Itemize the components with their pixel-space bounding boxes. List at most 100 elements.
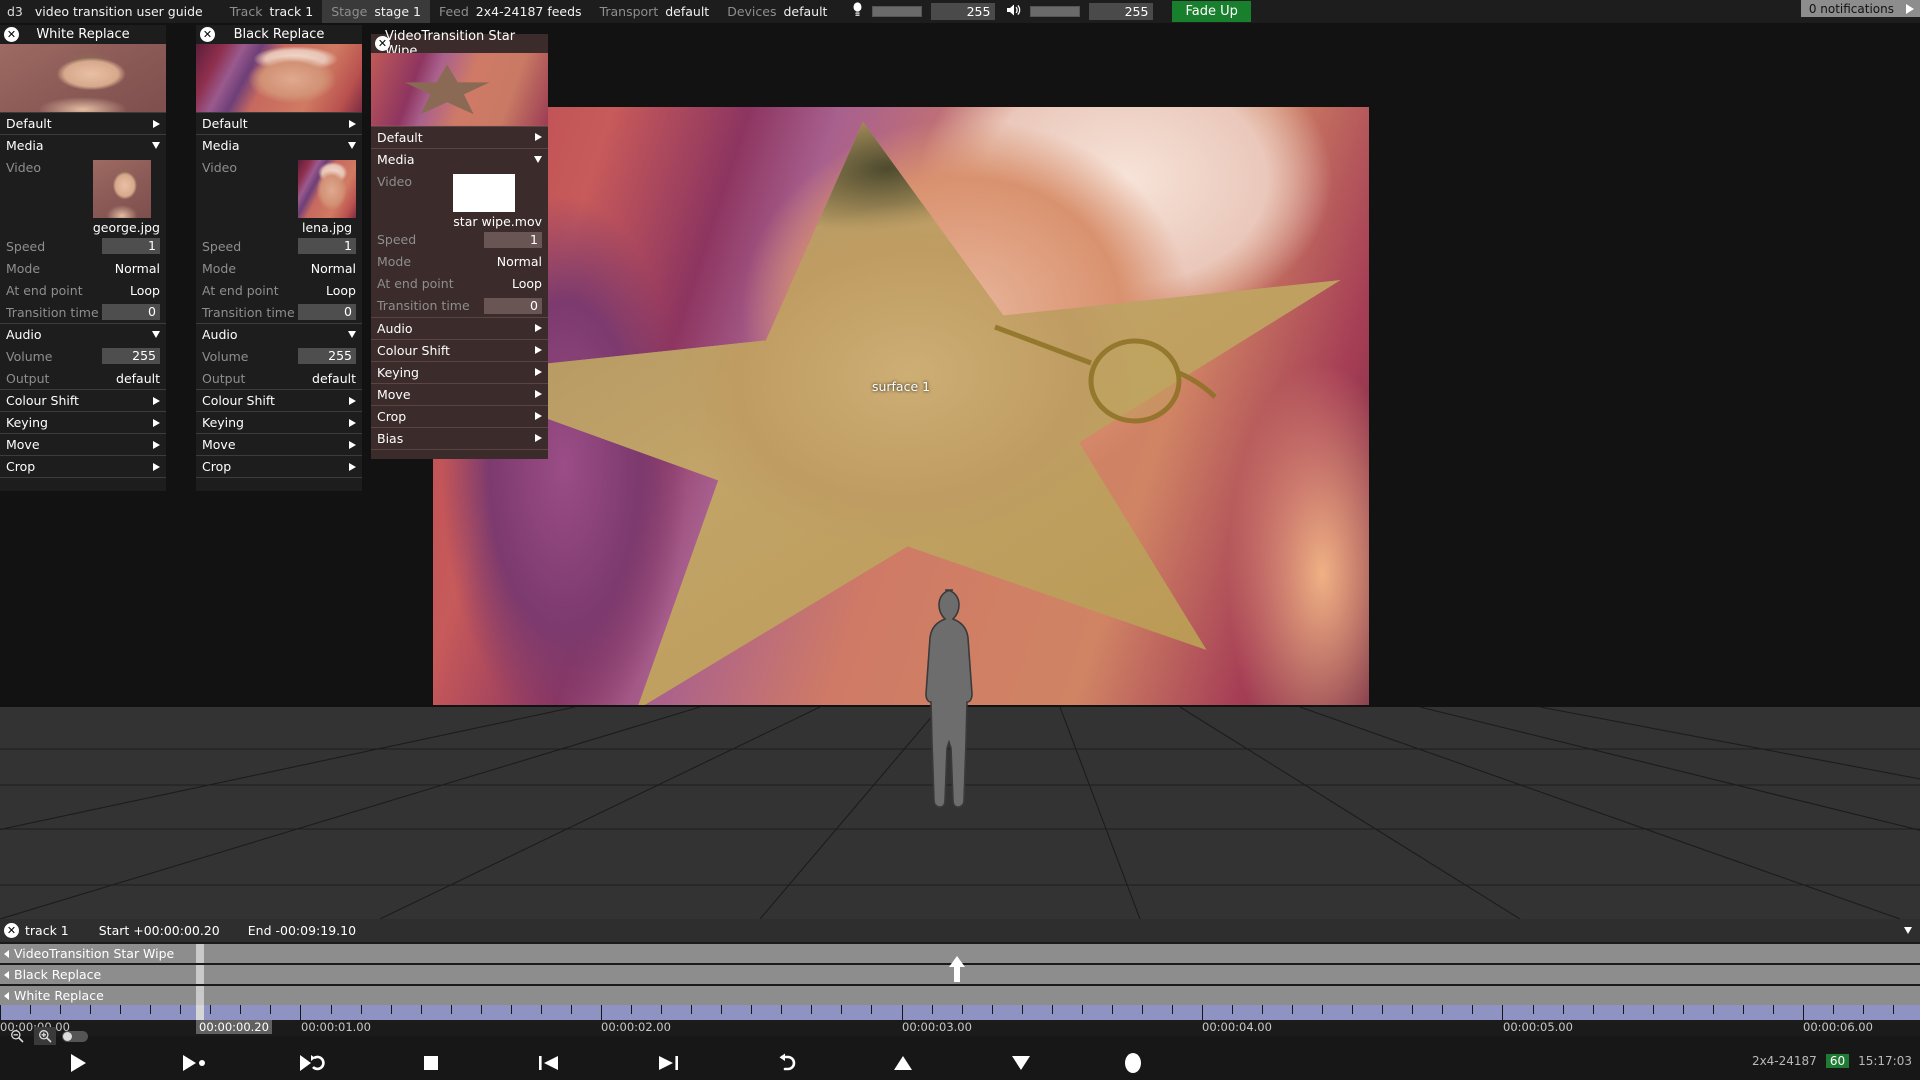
- row-endpoint[interactable]: At end point Loop: [0, 279, 166, 301]
- previous-button[interactable]: [527, 1048, 571, 1078]
- play-cue-button[interactable]: [172, 1048, 216, 1078]
- row-keying[interactable]: Keying: [371, 360, 548, 383]
- mode-value[interactable]: Normal: [115, 261, 160, 276]
- chevron-right-icon[interactable]: [4, 991, 9, 1000]
- clip-marker[interactable]: [196, 944, 204, 963]
- row-transition-time[interactable]: Transition time 0: [0, 301, 166, 323]
- transition-time-field[interactable]: 0: [298, 304, 356, 321]
- projection-surface[interactable]: surface 1: [433, 107, 1369, 705]
- mode-value[interactable]: Normal: [311, 261, 356, 276]
- clip-marker[interactable]: [196, 986, 204, 1005]
- undo-button[interactable]: [764, 1048, 808, 1078]
- row-colour-shift[interactable]: Colour Shift: [196, 389, 362, 411]
- chevron-down-icon[interactable]: [1904, 927, 1912, 934]
- volume-slider[interactable]: [1030, 6, 1081, 17]
- move-down-button[interactable]: [999, 1048, 1043, 1078]
- next-button[interactable]: [646, 1048, 690, 1078]
- row-media[interactable]: Media: [371, 147, 548, 170]
- panel-preview-thumbnail[interactable]: [0, 44, 166, 112]
- timeline-ruler[interactable]: [0, 1005, 1920, 1020]
- media-picker[interactable]: lena.jpg: [298, 160, 356, 235]
- close-icon[interactable]: ✕: [4, 27, 19, 42]
- panel-preview-thumbnail[interactable]: [196, 44, 362, 112]
- row-endpoint[interactable]: At end point Loop: [196, 279, 362, 301]
- play-button[interactable]: [56, 1048, 100, 1078]
- output-value[interactable]: default: [312, 371, 356, 386]
- transition-time-field[interactable]: 0: [484, 297, 542, 314]
- row-crop[interactable]: Crop: [196, 455, 362, 477]
- media-picker[interactable]: star wipe.mov: [453, 173, 542, 229]
- row-default[interactable]: Default: [196, 112, 362, 134]
- brightness-slider[interactable]: [872, 6, 923, 17]
- row-media[interactable]: Media: [196, 134, 362, 156]
- zoom-controls[interactable]: [0, 1026, 88, 1046]
- row-move[interactable]: Move: [0, 433, 166, 455]
- row-mode[interactable]: Mode Normal: [196, 257, 362, 279]
- move-up-button[interactable]: [881, 1048, 925, 1078]
- row-default[interactable]: Default: [371, 125, 548, 148]
- zoom-lock-toggle[interactable]: [62, 1030, 88, 1042]
- endpoint-value[interactable]: Loop: [512, 276, 542, 291]
- session-label[interactable]: d3: [0, 4, 35, 19]
- endpoint-value[interactable]: Loop: [130, 283, 160, 298]
- chevron-right-icon[interactable]: [4, 970, 9, 979]
- mode-value[interactable]: Normal: [497, 254, 542, 269]
- close-icon[interactable]: ✕: [375, 36, 390, 51]
- row-volume[interactable]: Volume 255: [196, 345, 362, 367]
- row-move[interactable]: Move: [371, 382, 548, 405]
- fade-up-button[interactable]: Fade Up: [1172, 1, 1251, 22]
- track-selector[interactable]: Track track 1: [221, 0, 322, 23]
- row-colour-shift[interactable]: Colour Shift: [371, 338, 548, 361]
- panel-preview-thumbnail[interactable]: [371, 53, 548, 126]
- volume-control[interactable]: 255: [1004, 0, 1162, 23]
- row-speed[interactable]: Speed 1: [371, 229, 548, 251]
- row-keying[interactable]: Keying: [196, 411, 362, 433]
- row-speed[interactable]: Speed 1: [196, 235, 362, 257]
- panel-video-transition-star-wipe[interactable]: ✕ VideoTransition Star Wipe Default Medi…: [371, 29, 548, 459]
- speed-field[interactable]: 1: [484, 231, 542, 248]
- record-button[interactable]: [1111, 1048, 1155, 1078]
- brightness-control[interactable]: 255: [836, 0, 1004, 23]
- panel-black-replace[interactable]: ✕ Black Replace Default Media Video lena…: [196, 25, 362, 492]
- row-transition-time[interactable]: Transition time 0: [196, 301, 362, 323]
- zoom-out-icon[interactable]: [6, 1027, 28, 1045]
- notifications-button[interactable]: 0 notifications: [1800, 0, 1920, 17]
- row-audio[interactable]: Audio: [0, 323, 166, 345]
- media-thumbnail[interactable]: [453, 173, 516, 212]
- row-speed[interactable]: Speed 1: [0, 235, 166, 257]
- endpoint-value[interactable]: Loop: [326, 283, 356, 298]
- media-thumbnail[interactable]: [298, 160, 356, 219]
- row-output[interactable]: Output default: [196, 367, 362, 389]
- row-mode[interactable]: Mode Normal: [0, 257, 166, 279]
- row-transition-time[interactable]: Transition time 0: [371, 295, 548, 317]
- close-icon[interactable]: ✕: [4, 923, 19, 938]
- speed-field[interactable]: 1: [298, 238, 356, 255]
- feed-selector[interactable]: Feed 2x4-24187 feeds: [430, 0, 591, 23]
- playhead-arrow-icon[interactable]: [947, 955, 967, 983]
- row-colour-shift[interactable]: Colour Shift: [0, 389, 166, 411]
- close-icon[interactable]: ✕: [200, 27, 215, 42]
- row-volume[interactable]: Volume 255: [0, 345, 166, 367]
- row-endpoint[interactable]: At end point Loop: [371, 273, 548, 295]
- devices-selector[interactable]: Devices default: [718, 0, 836, 23]
- brightness-value[interactable]: 255: [931, 3, 996, 20]
- timeline-layer-row[interactable]: White Replace: [0, 986, 1920, 1005]
- row-mode[interactable]: Mode Normal: [371, 251, 548, 273]
- media-thumbnail[interactable]: [92, 160, 151, 219]
- volume-field[interactable]: 255: [298, 348, 356, 365]
- zoom-in-icon[interactable]: [34, 1027, 56, 1045]
- playhead-cursor[interactable]: [196, 1005, 204, 1020]
- row-keying[interactable]: Keying: [0, 411, 166, 433]
- row-audio[interactable]: Audio: [196, 323, 362, 345]
- media-picker[interactable]: george.jpg: [92, 160, 160, 235]
- stop-button[interactable]: [409, 1048, 453, 1078]
- transition-time-field[interactable]: 0: [102, 304, 160, 321]
- transport-selector[interactable]: Transport default: [591, 0, 719, 23]
- clip-marker[interactable]: [196, 965, 204, 984]
- row-crop[interactable]: Crop: [0, 455, 166, 477]
- loop-button[interactable]: [290, 1048, 334, 1078]
- row-crop[interactable]: Crop: [371, 404, 548, 427]
- stage-selector[interactable]: Stage stage 1: [322, 0, 430, 23]
- row-move[interactable]: Move: [196, 433, 362, 455]
- speed-field[interactable]: 1: [102, 238, 160, 255]
